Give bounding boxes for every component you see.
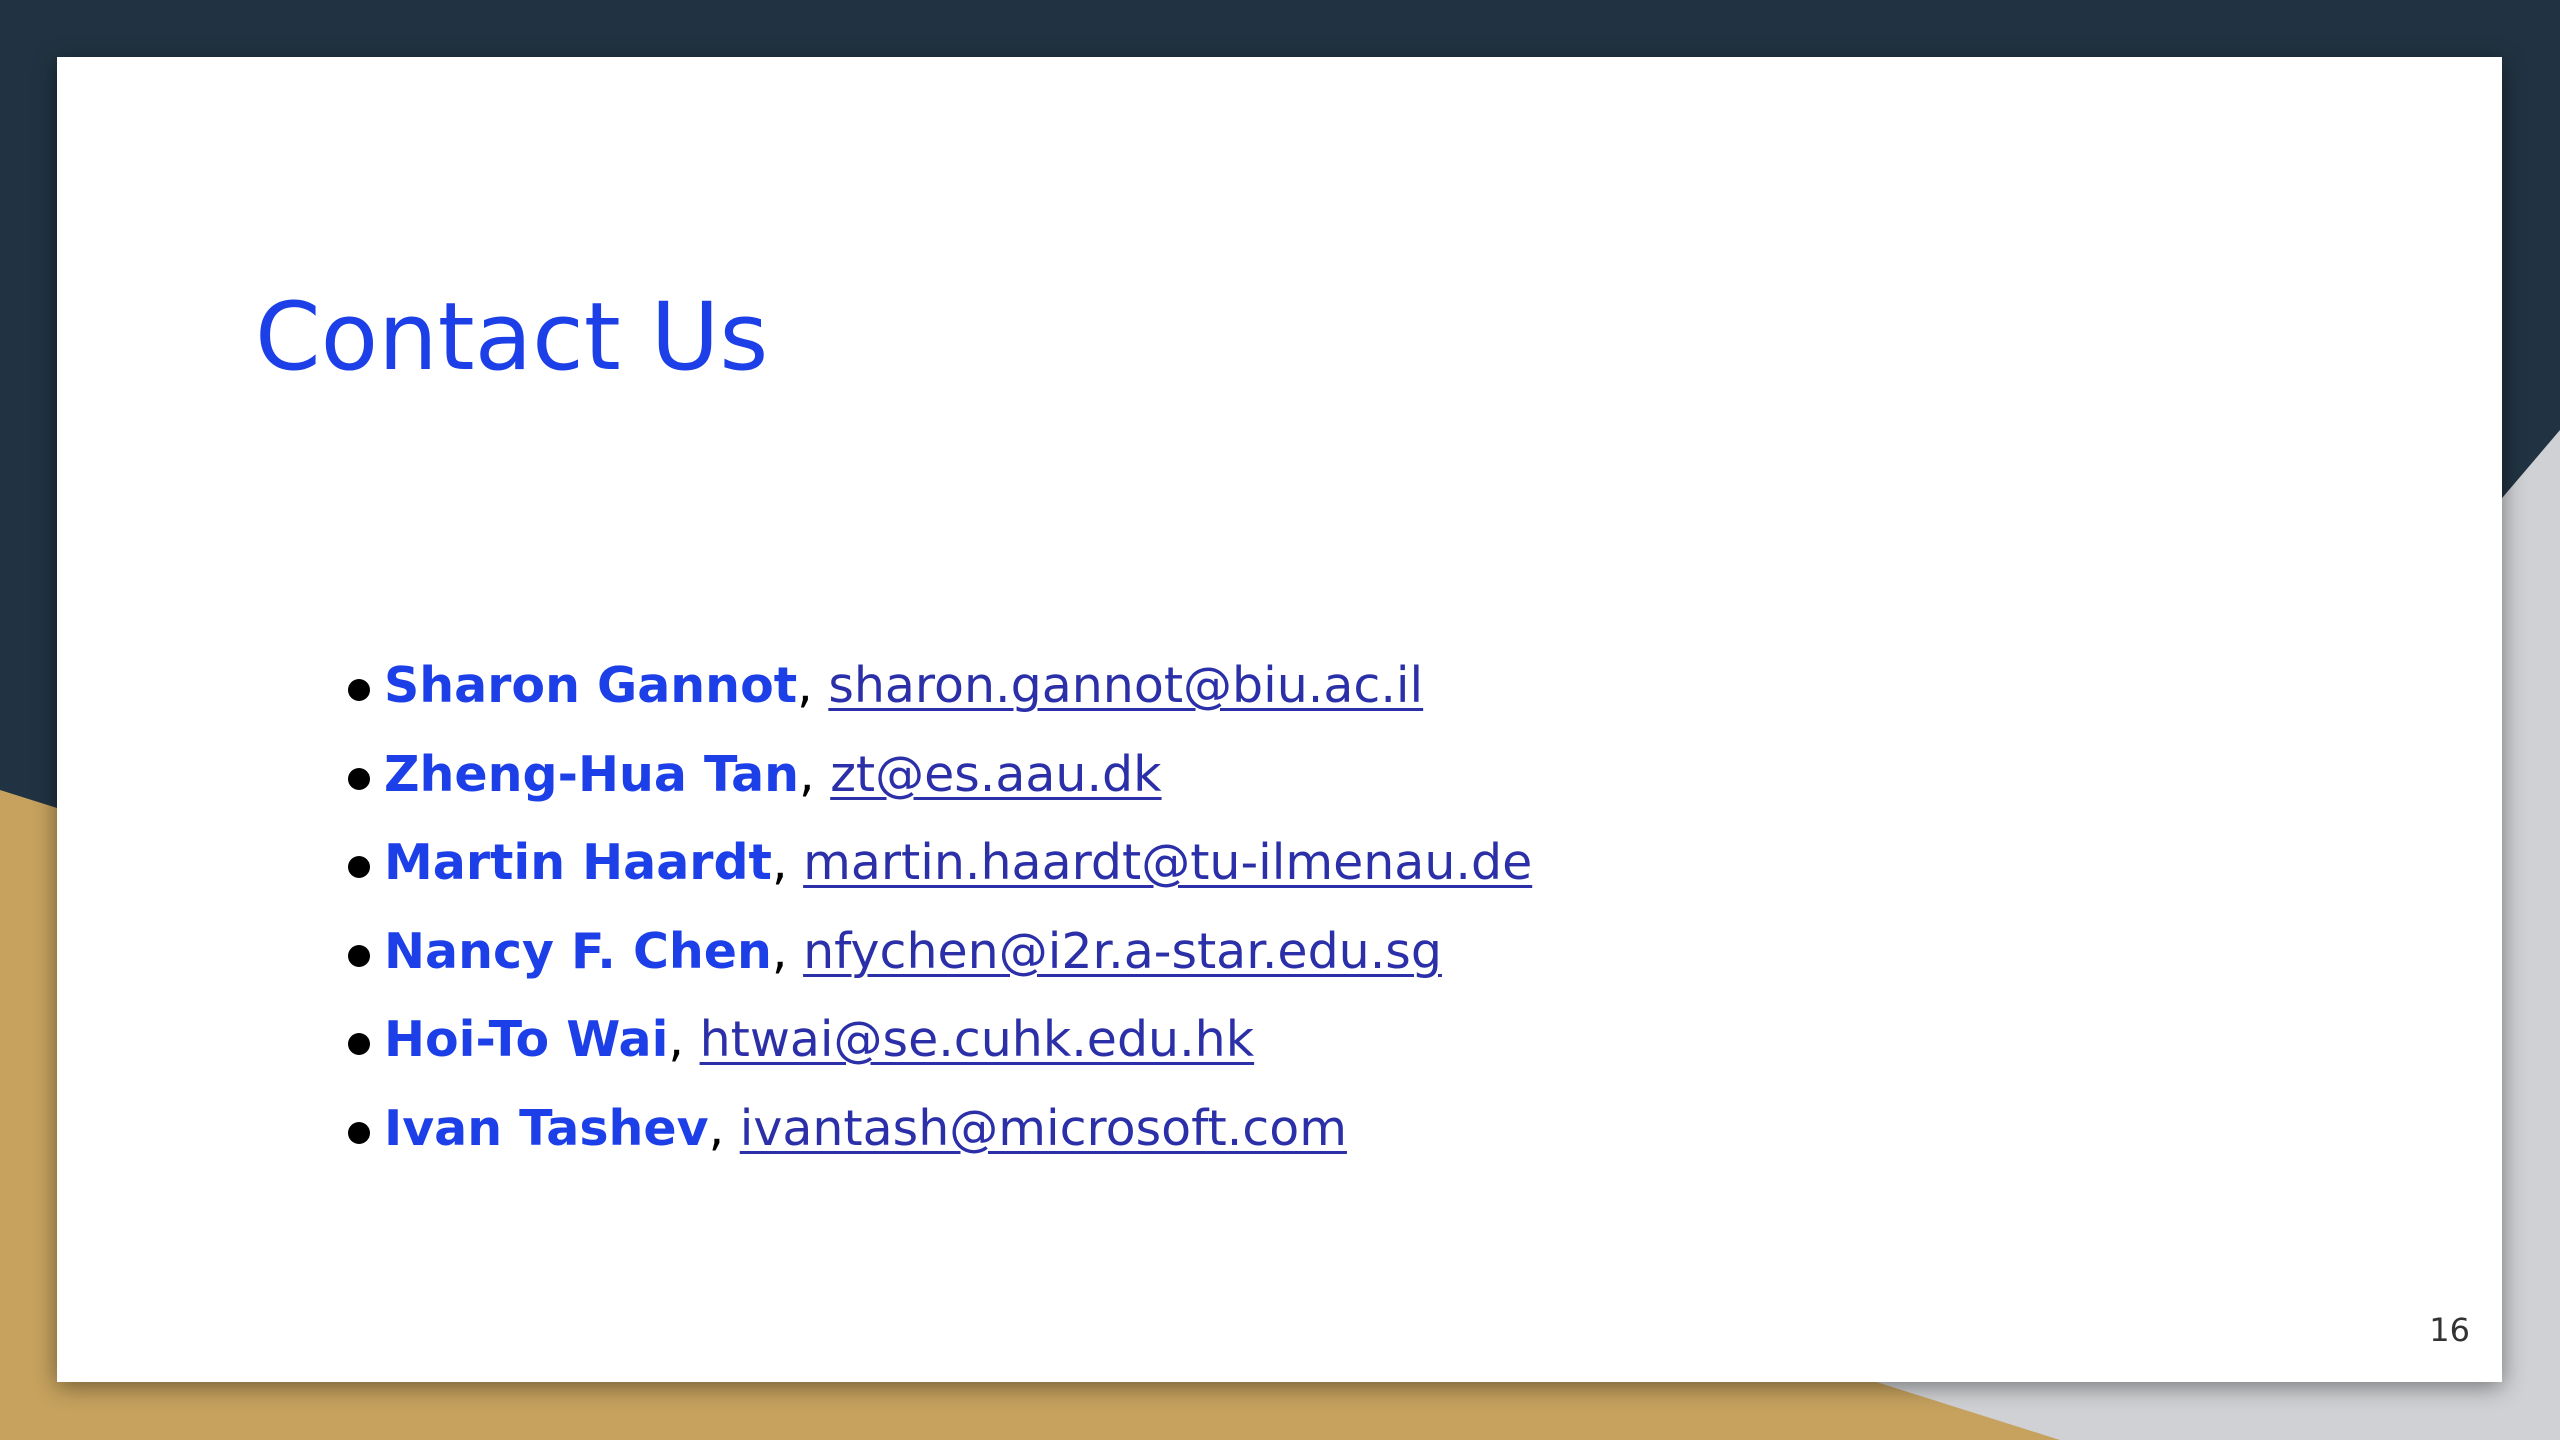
bullet-icon bbox=[348, 944, 370, 967]
contact-email-link[interactable]: htwai@se.cuhk.edu.hk bbox=[700, 1011, 1255, 1068]
contact-item: Hoi-To Wai, htwai@se.cuhk.edu.hk bbox=[284, 999, 1532, 1088]
presentation-stage: Contact Us Sharon Gannot, sharon.gannot@… bbox=[0, 0, 2560, 1440]
contact-email-link[interactable]: nfychen@i2r.a-star.edu.sg bbox=[803, 923, 1442, 980]
contact-email-link[interactable]: sharon.gannot@biu.ac.il bbox=[828, 657, 1423, 714]
contact-email-link[interactable]: martin.haardt@tu-ilmenau.de bbox=[803, 834, 1532, 891]
contact-separator: , bbox=[668, 1011, 684, 1068]
contact-name: Ivan Tashev bbox=[384, 1099, 709, 1157]
contact-email-link[interactable]: zt@es.aau.dk bbox=[830, 746, 1161, 803]
contact-name: Hoi-To Wai bbox=[384, 1011, 669, 1068]
contact-item: Zheng-Hua Tan, zt@es.aau.dk bbox=[284, 734, 1532, 823]
contact-item: Martin Haardt, martin.haardt@tu-ilmenau.… bbox=[284, 822, 1532, 911]
contact-name: Nancy F. Chen bbox=[384, 922, 772, 980]
contact-name: Zheng-Hua Tan bbox=[384, 745, 800, 803]
bullet-icon bbox=[348, 856, 370, 878]
bullet-icon bbox=[348, 679, 370, 701]
contact-separator: , bbox=[797, 657, 813, 714]
bullet-icon bbox=[348, 1033, 370, 1055]
contact-name: Sharon Gannot bbox=[384, 657, 798, 714]
contact-separator: , bbox=[708, 1099, 725, 1157]
slide-title: Contact Us bbox=[255, 283, 769, 392]
bullet-icon bbox=[348, 1121, 370, 1144]
slide: Contact Us Sharon Gannot, sharon.gannot@… bbox=[57, 57, 2502, 1382]
contact-item: Nancy F. Chen, nfychen@i2r.a-star.edu.sg bbox=[284, 911, 1532, 1000]
contact-list: Sharon Gannot, sharon.gannot@biu.ac.il Z… bbox=[284, 645, 1532, 1176]
contact-separator: , bbox=[771, 922, 788, 980]
page-number: 16 bbox=[2429, 1311, 2470, 1349]
contact-separator: , bbox=[799, 745, 815, 803]
bullet-icon bbox=[348, 767, 370, 790]
contact-name: Martin Haardt bbox=[384, 834, 772, 891]
contact-email-link[interactable]: ivantash@microsoft.com bbox=[740, 1100, 1347, 1157]
contact-item: Ivan Tashev, ivantash@microsoft.com bbox=[284, 1088, 1532, 1177]
contact-separator: , bbox=[771, 834, 788, 891]
contact-item: Sharon Gannot, sharon.gannot@biu.ac.il bbox=[284, 645, 1532, 734]
